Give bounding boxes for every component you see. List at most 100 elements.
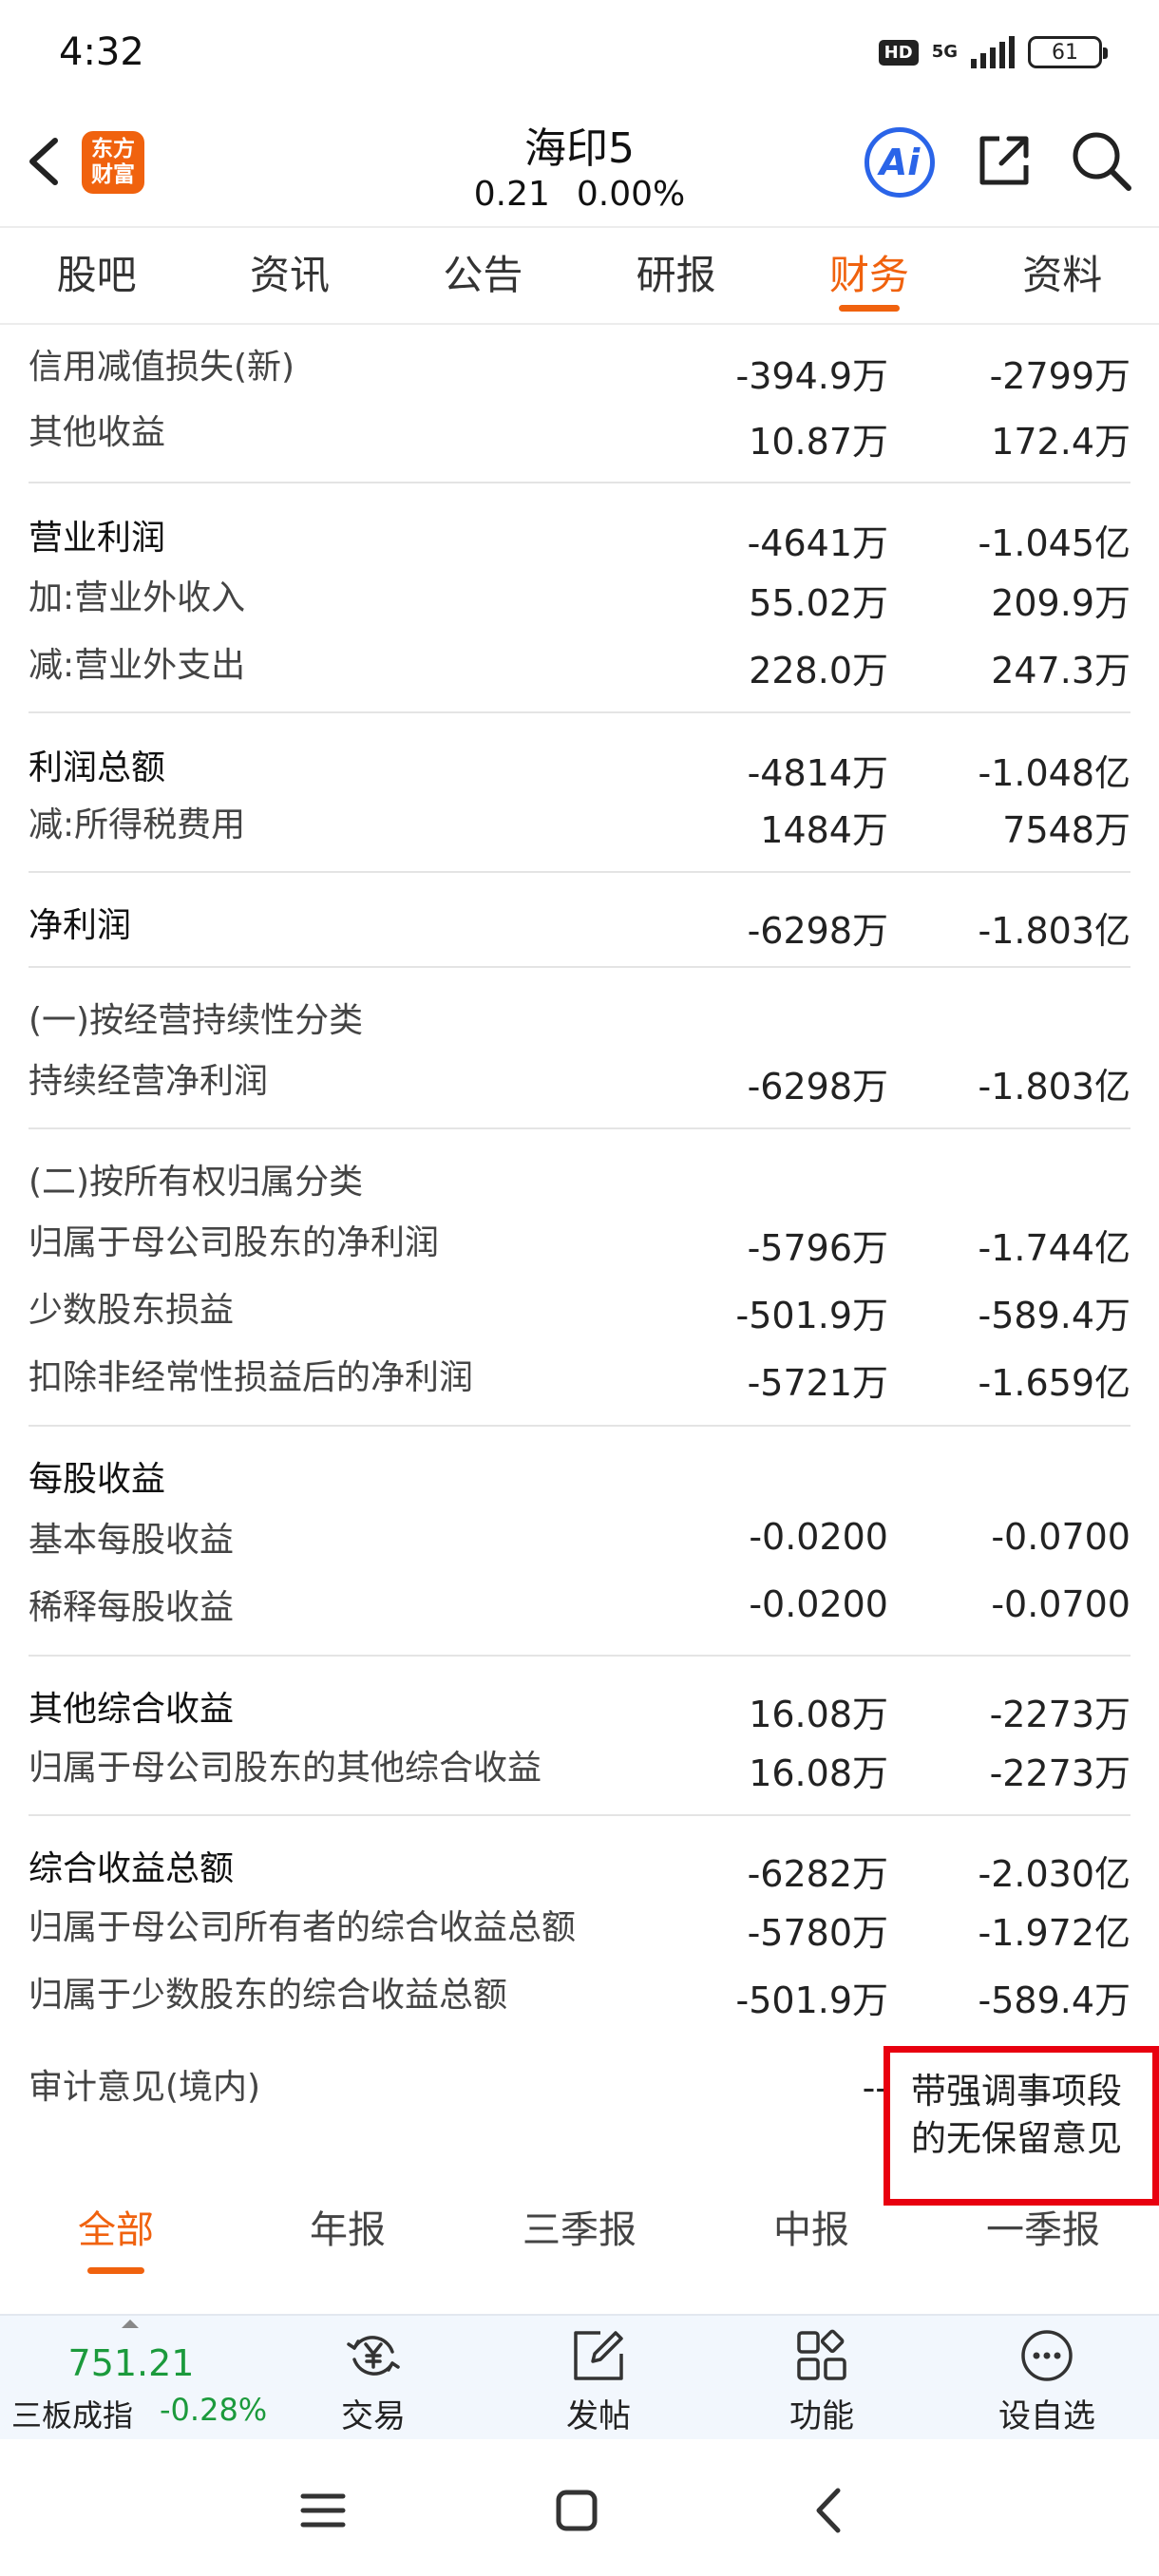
system-nav-bar [0, 2439, 1159, 2576]
row-value-col2: -0.0700 [991, 1583, 1130, 1625]
table-row: 加:营业外收入 55.02万 209.9万 [28, 549, 1130, 624]
nav-post[interactable]: 发帖 [522, 2325, 674, 2439]
row-value-col1: -0.0200 [749, 1583, 888, 1625]
row-label: 加:营业外收入 [28, 578, 246, 617]
period-tab-q1[interactable]: 一季报 [927, 2185, 1159, 2280]
row-value-col2: 172.4万 [991, 421, 1130, 463]
system-back-icon[interactable] [796, 2477, 863, 2544]
index-value: 751.21 [67, 2342, 195, 2384]
tab-finance[interactable]: 财务 [772, 228, 965, 323]
row-label: 少数股东损益 [28, 1291, 235, 1330]
period-tab-annual[interactable]: 年报 [232, 2185, 464, 2280]
index-change: -0.28% [160, 2392, 268, 2428]
table-row: 归属于母公司股东的净利润 -5796万 -1.744亿 [28, 1194, 1130, 1269]
nav-add-watchlist-label: 设自选 [998, 2397, 1095, 2435]
home-icon[interactable] [543, 2477, 610, 2544]
tab-profile[interactable]: 资料 [966, 228, 1159, 323]
row-label: 基本每股收益 [28, 1521, 235, 1560]
ai-button[interactable]: Ai [864, 127, 935, 198]
row-label: 归属于母公司股东的其他综合收益 [28, 1749, 542, 1788]
network-label: 5G [931, 42, 958, 62]
hd-badge: HD [878, 39, 919, 66]
row-label: 持续经营净利润 [28, 1062, 269, 1101]
table-row: 扣除非经常性损益后的净利润 -5721万 -1.659亿 [28, 1329, 1130, 1425]
tab-news[interactable]: 资讯 [193, 228, 386, 323]
signal-icon [971, 36, 1015, 68]
yen-exchange-icon [347, 2336, 400, 2376]
row-value-col2: -2273万 [989, 1752, 1130, 1794]
row-value-col2: -1.803亿 [978, 910, 1131, 952]
table-row: 持续经营净利润 -6298万 -1.803亿 [28, 1032, 1130, 1127]
audit-opinion-highlight-box: 带强调事项段 的无保留意见 [884, 2046, 1159, 2206]
nav-post-label: 发帖 [566, 2397, 631, 2435]
tab-announcements[interactable]: 公告 [387, 228, 580, 323]
row-value-col2: -1.803亿 [978, 1066, 1131, 1108]
nav-trade[interactable]: 交易 [297, 2325, 449, 2439]
row-label: 归属于母公司所有者的综合收益总额 [28, 1908, 577, 1947]
row-value-col1: 16.08万 [749, 1752, 888, 1794]
search-icon[interactable] [1068, 127, 1134, 194]
audit-opinion-line-1: 带强调事项段 [911, 2071, 1122, 2112]
row-value-col1: -6298万 [747, 1066, 888, 1108]
index-ticker[interactable]: 751.21 三板成指 -0.28% [0, 2316, 268, 2441]
caret-up-icon [122, 2320, 139, 2328]
income-statement-table: 信用减值损失(新) -394.9万 -2799万 其他收益 10.87万 172.4万 … [28, 328, 1131, 2021]
more-dots-icon [1021, 2330, 1073, 2381]
index-name: 三板成指 [11, 2397, 134, 2434]
row-value-col1: -394.9万 [735, 355, 889, 397]
row-value-col2: -1.659亿 [978, 1362, 1131, 1404]
audit-opinion-col2: 带强调事项段 的无保留意见 [911, 2068, 1122, 2163]
table-row: 每股收益 [28, 1425, 1130, 1499]
table-row: 其他综合收益 16.08万 -2273万 [28, 1655, 1130, 1735]
row-label: 减:营业外支出 [28, 646, 246, 685]
bottom-nav: 751.21 三板成指 -0.28% 交易 发帖 功能 设自选 [0, 2314, 1159, 2439]
table-row: 综合收益总额 -6282万 -2.030亿 [28, 1814, 1130, 1895]
row-value-col1: -501.9万 [735, 1979, 889, 2021]
table-row: (二)按所有权归属分类 [28, 1127, 1130, 1202]
row-value-col2: -0.0700 [991, 1516, 1130, 1558]
report-period-tabs: 全部 年报 三季报 中报 一季报 [0, 2185, 1159, 2280]
menu-icon[interactable] [290, 2477, 356, 2544]
table-row: 减:所得税费用 1484万 7548万 [28, 776, 1130, 871]
table-row: 少数股东损益 -501.9万 -589.4万 [28, 1261, 1130, 1336]
row-label: 归属于少数股东的综合收益总额 [28, 1976, 508, 2015]
edit-post-icon [574, 2331, 623, 2380]
row-label: 减:所得税费用 [28, 805, 246, 844]
table-row: 稀释每股收益 -0.0200 -0.0700 [28, 1559, 1130, 1655]
row-value-col2: 247.3万 [991, 650, 1130, 691]
tab-guba[interactable]: 股吧 [0, 228, 193, 323]
status-icons: HD 5G 61 [878, 36, 1108, 68]
table-row: 减:营业外支出 228.0万 247.3万 [28, 616, 1130, 711]
battery-icon: 61 [1028, 36, 1108, 68]
period-tab-interim[interactable]: 中报 [695, 2185, 927, 2280]
row-value-col1: 228.0万 [749, 650, 888, 691]
row-label: 净利润 [28, 906, 132, 945]
period-tab-q3[interactable]: 三季报 [464, 2185, 695, 2280]
table-row: 归属于母公司股东的其他综合收益 16.08万 -2273万 [28, 1719, 1130, 1814]
status-bar: 4:32 HD 5G 61 [0, 0, 1159, 114]
row-value-col2: -589.4万 [978, 1979, 1131, 2021]
row-label: 其他收益 [28, 413, 166, 452]
status-time: 4:32 [59, 30, 144, 74]
nav-functions-label: 功能 [789, 2397, 854, 2435]
row-label: 信用减值损失(新) [28, 348, 295, 387]
period-tab-all[interactable]: 全部 [0, 2185, 232, 2280]
table-row: 利润总额 -4814万 -1.048亿 [28, 711, 1130, 794]
tab-research[interactable]: 研报 [580, 228, 772, 323]
row-value-col2: 7548万 [1002, 809, 1130, 851]
audit-opinion-label: 审计意见(境内) [28, 2068, 261, 2107]
nav-functions[interactable]: 功能 [746, 2325, 898, 2439]
share-icon[interactable] [971, 127, 1037, 194]
nav-add-watchlist[interactable]: 设自选 [971, 2325, 1123, 2439]
table-row: (一)按经营持续性分类 [28, 966, 1130, 1040]
row-value-col1: -5721万 [747, 1362, 888, 1404]
table-row: 其他收益 10.87万 172.4万 [28, 393, 1130, 482]
row-value-col1: -0.0200 [749, 1516, 888, 1558]
row-label: 稀释每股收益 [28, 1588, 235, 1627]
table-row: 归属于母公司所有者的综合收益总额 -5780万 -1.972亿 [28, 1879, 1130, 1954]
battery-level: 61 [1052, 40, 1078, 65]
stock-change-pct: 0.00% [576, 175, 686, 214]
row-value-col1: 1484万 [760, 809, 888, 851]
nav-trade-label: 交易 [341, 2397, 406, 2435]
row-value-col1: -6298万 [747, 910, 888, 952]
